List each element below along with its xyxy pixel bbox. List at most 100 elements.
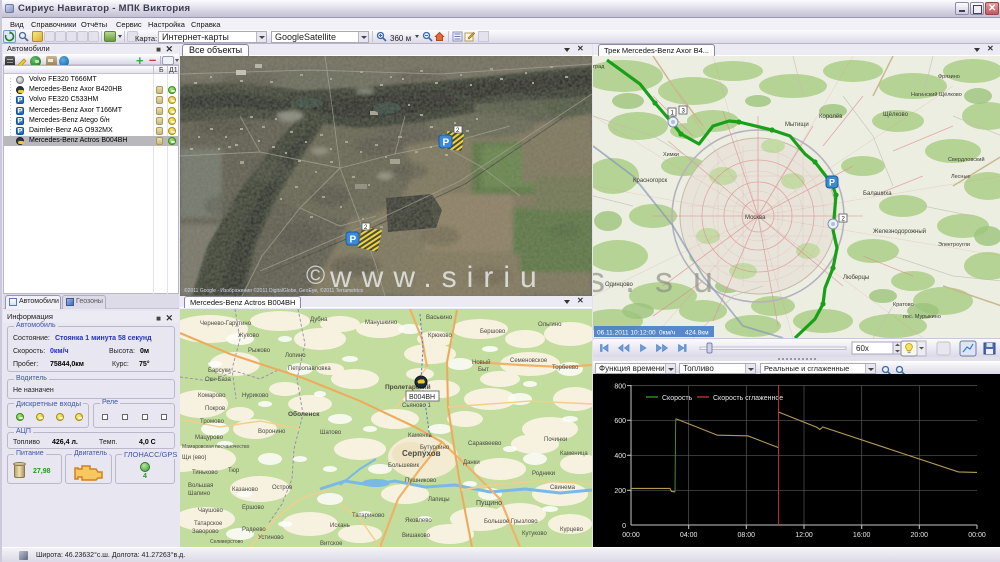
svg-text:Химки: Химки xyxy=(663,152,679,158)
svg-text:00:00: 00:00 xyxy=(622,532,640,539)
svg-text:©: © xyxy=(306,260,325,290)
svg-text:Барсуки: Барсуки xyxy=(208,368,231,374)
svg-text:Пушниково: Пушниково xyxy=(405,478,437,484)
svg-text:Татариново: Татариново xyxy=(352,513,385,519)
svg-text:Татарское: Татарское xyxy=(194,521,223,527)
svg-text:06.11.2011 10:12:00: 06.11.2011 10:12:00 xyxy=(597,330,656,337)
svg-text:Каменица: Каменица xyxy=(560,451,588,457)
svg-text:Родники: Родники xyxy=(532,471,555,477)
svg-text:Вольшая: Вольшая xyxy=(188,483,213,489)
svg-text:600: 600 xyxy=(614,418,626,425)
svg-text:Нуриково: Нуриково xyxy=(242,393,269,399)
svg-text:Искань: Искань xyxy=(330,523,350,529)
svg-text:Тиньково: Тиньково xyxy=(192,470,218,476)
svg-text:Семеновское: Семеновское xyxy=(510,358,548,364)
svg-text:P: P xyxy=(829,178,835,188)
svg-text:В004ВН: В004ВН xyxy=(409,394,435,401)
svg-text:Большевик: Большевик xyxy=(388,463,419,469)
svg-text:04:00: 04:00 xyxy=(680,532,698,539)
svg-text:Шапино: Шапино xyxy=(188,491,211,497)
svg-text:Казаново: Казаново xyxy=(232,487,259,493)
svg-text:Серпухов: Серпухов xyxy=(402,449,441,458)
svg-text:Лопино: Лопино xyxy=(285,353,306,359)
svg-text:Яковлево: Яковлево xyxy=(405,518,432,524)
svg-text:Свинема: Свинема xyxy=(550,485,576,491)
svg-text:Вишаково: Вишаково xyxy=(402,533,431,539)
svg-text:P: P xyxy=(350,235,357,246)
svg-text:Скорость: Скорость xyxy=(662,395,693,402)
svg-text:Кутуково: Кутуково xyxy=(522,531,547,537)
svg-text:Мамаровская песчаночество: Мамаровская песчаночество xyxy=(182,444,250,450)
svg-text:200: 200 xyxy=(614,488,626,495)
svg-text:Комарово: Комарово xyxy=(198,393,226,399)
svg-text:Крюково: Крюково xyxy=(428,333,452,339)
svg-text:800: 800 xyxy=(614,384,626,391)
svg-text:Радеево: Радеево xyxy=(242,527,266,533)
svg-text:Нагинский Щёлково: Нагинский Щёлково xyxy=(911,91,962,98)
svg-text:Сараквеево: Сараквеево xyxy=(468,441,502,447)
svg-text:Электроугли: Электроугли xyxy=(938,242,970,248)
svg-text:пос. Мурыкино: пос. Мурыкино xyxy=(903,314,941,320)
svg-text:Шатово: Шатово xyxy=(320,430,342,436)
svg-text:Манушкино: Манушкино xyxy=(365,320,398,326)
svg-text:Большое Грызлово: Большое Грызлово xyxy=(484,519,538,525)
svg-text:Красногорск: Красногорск xyxy=(633,178,668,184)
svg-text:60x: 60x xyxy=(856,344,869,353)
svg-text:Жуково: Жуково xyxy=(238,333,260,339)
svg-text:Данки: Данки xyxy=(463,460,480,466)
svg-text:Чернево-Гарутино: Чернево-Гарутино xyxy=(200,321,252,327)
svg-text:Курцево: Курцево xyxy=(560,527,584,533)
svg-text:16:00: 16:00 xyxy=(853,532,871,539)
svg-text:Фрязино: Фрязино xyxy=(938,74,960,80)
svg-text:Оболенск: Оболенск xyxy=(288,410,320,418)
svg-text:Королёв: Королёв xyxy=(819,114,842,120)
svg-text:Бершово: Бершово xyxy=(480,329,506,335)
svg-text:Ершово: Ершово xyxy=(242,505,265,511)
svg-text:Заворово: Заворово xyxy=(192,529,219,535)
svg-text:20:00: 20:00 xyxy=(911,532,929,539)
svg-text:08:00: 08:00 xyxy=(738,532,756,539)
svg-text:Кратово: Кратово xyxy=(893,302,914,308)
svg-text:Мацурово: Мацурово xyxy=(195,435,224,441)
svg-text:Селиверстово: Селиверстово xyxy=(210,539,243,545)
svg-text:град: град xyxy=(593,64,605,70)
svg-text:Тромово: Тромово xyxy=(200,419,225,425)
svg-text:424.8км: 424.8км xyxy=(685,330,709,337)
svg-text:400: 400 xyxy=(614,453,626,460)
svg-text:Тюр: Тюр xyxy=(228,468,240,474)
svg-text:Пущино: Пущино xyxy=(476,500,502,507)
svg-text:Торбеево: Торбеево xyxy=(552,365,579,371)
svg-text:Чаушово: Чаушово xyxy=(198,508,224,514)
svg-text:Балашиха: Балашиха xyxy=(863,191,892,197)
svg-text:Люберцы: Люберцы xyxy=(843,275,869,281)
svg-text:Лапицы: Лапицы xyxy=(428,497,450,503)
svg-text:Дубна: Дубна xyxy=(310,317,328,323)
svg-text:Устиново: Устиново xyxy=(258,535,284,541)
svg-text:00:00: 00:00 xyxy=(968,532,986,539)
svg-text:0км/ч: 0км/ч xyxy=(659,330,675,337)
svg-text:Покров: Покров xyxy=(205,406,225,412)
svg-text:12:00: 12:00 xyxy=(795,532,813,539)
svg-text:Щёлково: Щёлково xyxy=(883,112,909,118)
svg-text:Петропавловка: Петропавловка xyxy=(288,366,331,372)
svg-text:Новый: Новый xyxy=(472,359,491,366)
svg-text:Васькино: Васькино xyxy=(426,315,453,321)
svg-text:Мытищи: Мытищи xyxy=(785,122,809,128)
svg-text:Скорость сглаженное: Скорость сглаженное xyxy=(713,395,783,402)
svg-text:Лесные: Лесные xyxy=(951,174,970,180)
svg-text:Быт: Быт xyxy=(478,367,489,373)
svg-text:Остров: Остров xyxy=(272,485,292,491)
svg-text:Починки: Починки xyxy=(544,437,567,443)
svg-text:Окн-База: Окн-База xyxy=(205,377,232,383)
svg-text:Железнодорожный: Железнодорожный xyxy=(873,228,926,235)
svg-text:Москва: Москва xyxy=(745,215,766,221)
svg-text:Свердловский: Свердловский xyxy=(948,156,985,163)
svg-text:P: P xyxy=(443,138,450,149)
svg-text:©2011 Google - Изображения ©20: ©2011 Google - Изображения ©2011 Digital… xyxy=(184,287,364,294)
svg-text:Рыжово: Рыжово xyxy=(248,348,271,354)
svg-text:Воронино: Воронино xyxy=(258,429,286,435)
svg-text:Каменка: Каменка xyxy=(408,433,432,439)
svg-text:Сьяново 1: Сьяново 1 xyxy=(402,403,431,409)
svg-text:Ольгино: Ольгино xyxy=(538,322,562,328)
svg-text:Щи (ево): Щи (ево) xyxy=(182,455,206,461)
